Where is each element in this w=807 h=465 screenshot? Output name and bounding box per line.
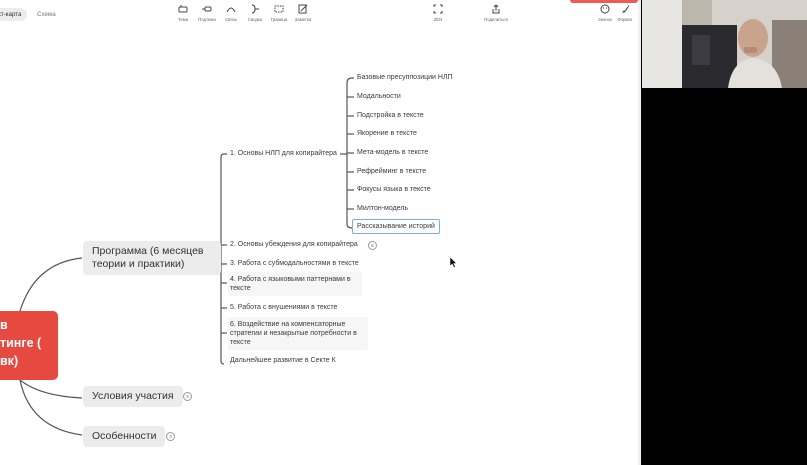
subtopic-icon [202, 6, 212, 12]
branch-features[interactable]: Особенности [83, 426, 166, 447]
paint-brush-icon [622, 5, 630, 13]
topic-storytelling-selected[interactable]: Рассказывание историй [352, 219, 440, 234]
tool-label: ZEN [433, 17, 443, 22]
tool-label: Формат [617, 17, 633, 22]
branch-program[interactable]: Программа (6 месяцев теории и практики) [83, 241, 221, 275]
tool-label: Связь [225, 17, 237, 22]
topic-language-patterns[interactable]: 4. Работа с языковыми паттернами в текст… [228, 272, 362, 296]
document-title-strip: — — — — — — — — — — — — — — — [250, 0, 344, 2]
branch-label: Условия участия [92, 390, 174, 402]
vertical-scrollbar[interactable] [638, 0, 641, 465]
tab-mindmap[interactable]: кт-карта [0, 8, 28, 21]
tool-format[interactable]: Формат [613, 4, 637, 22]
collapse-toggle[interactable]: 3 [183, 392, 192, 401]
tool-label: Граница [270, 17, 288, 22]
central-topic[interactable]: в тинге ( вк) [0, 311, 58, 380]
share-icon [492, 4, 500, 14]
toolbar: — — — — — — — — — — — — — — — кт-карта С… [0, 0, 641, 28]
tab-schema[interactable]: Схема [31, 8, 62, 21]
tool-label: Сводка [247, 17, 263, 22]
note-icon [298, 4, 308, 14]
tool-summary[interactable]: Сводка [243, 4, 267, 22]
topic-meta-model[interactable]: Мета-модель в тексте [357, 148, 428, 157]
central-topic-text: в тинге ( вк) [0, 318, 42, 368]
tool-label: Тема [177, 17, 189, 22]
tool-relation[interactable]: Связь [219, 4, 243, 22]
topic-reframing[interactable]: Рефрейминг в тексте [357, 167, 426, 176]
topic-sleight-of-mouth[interactable]: Фокусы языка в тексте [357, 185, 431, 194]
relation-icon [226, 7, 236, 13]
tool-label: Подтема [198, 17, 216, 22]
topic-persuasion[interactable]: 2. Основы убеждения для копирайтера [230, 240, 358, 249]
branch-label: Особенности [92, 430, 157, 442]
collapse-toggle[interactable]: 3 [166, 432, 175, 441]
presenter-video [642, 0, 807, 88]
smiley-icon [600, 4, 610, 14]
mouse-cursor-icon [450, 257, 458, 268]
tool-label: Заметка [294, 17, 312, 22]
tool-subtopic[interactable]: Подтема [195, 4, 219, 22]
topic-icon [178, 5, 188, 13]
tool-share[interactable]: Поделиться [484, 4, 508, 22]
boundary-icon [274, 5, 284, 13]
branch-conditions[interactable]: Условия участия [83, 386, 183, 407]
topic-submodalities[interactable]: 3. Работа с субмодальностями в тексте [230, 259, 359, 268]
tool-label: Поделиться [484, 17, 508, 22]
summary-icon [251, 4, 259, 14]
topic-anchoring[interactable]: Якорение в тексте [357, 129, 417, 138]
fullscreen-icon [433, 4, 443, 14]
tool-boundary[interactable]: Граница [267, 4, 291, 22]
branch-label: Программа (6 месяцев теории и практики) [92, 245, 204, 270]
mindmap-app: — — — — — — — — — — — — — — — кт-карта С… [0, 0, 641, 465]
topic-nlp-basics[interactable]: 1. Основы НЛП для копирайтера [230, 149, 337, 158]
mindmap-canvas[interactable]: в тинге ( вк) Программа (6 месяцев теори… [0, 28, 641, 465]
collapse-toggle[interactable]: 6 [368, 241, 377, 250]
topic-rapport[interactable]: Подстройка в тексте [357, 111, 424, 120]
tool-topic[interactable]: Тема [171, 4, 195, 22]
upgrade-button[interactable] [570, 0, 638, 3]
topic-compensatory[interactable]: 6. Воздействие на компенсаторные стратег… [228, 317, 368, 350]
tool-note[interactable]: Заметка [291, 4, 315, 22]
topic-further-development[interactable]: Дальнейшее развитие в Секте К [230, 356, 336, 365]
topic-presuppositions[interactable]: Базовые пресуппозиции НЛП [357, 73, 453, 82]
topic-milton-model[interactable]: Милтон-модель [357, 204, 408, 213]
webcam-overlay [642, 0, 807, 88]
tool-zen[interactable]: ZEN [426, 4, 450, 22]
topic-suggestions[interactable]: 5. Работа с внушениями в тексте [230, 303, 337, 312]
topic-modalities[interactable]: Модальности [357, 92, 401, 101]
